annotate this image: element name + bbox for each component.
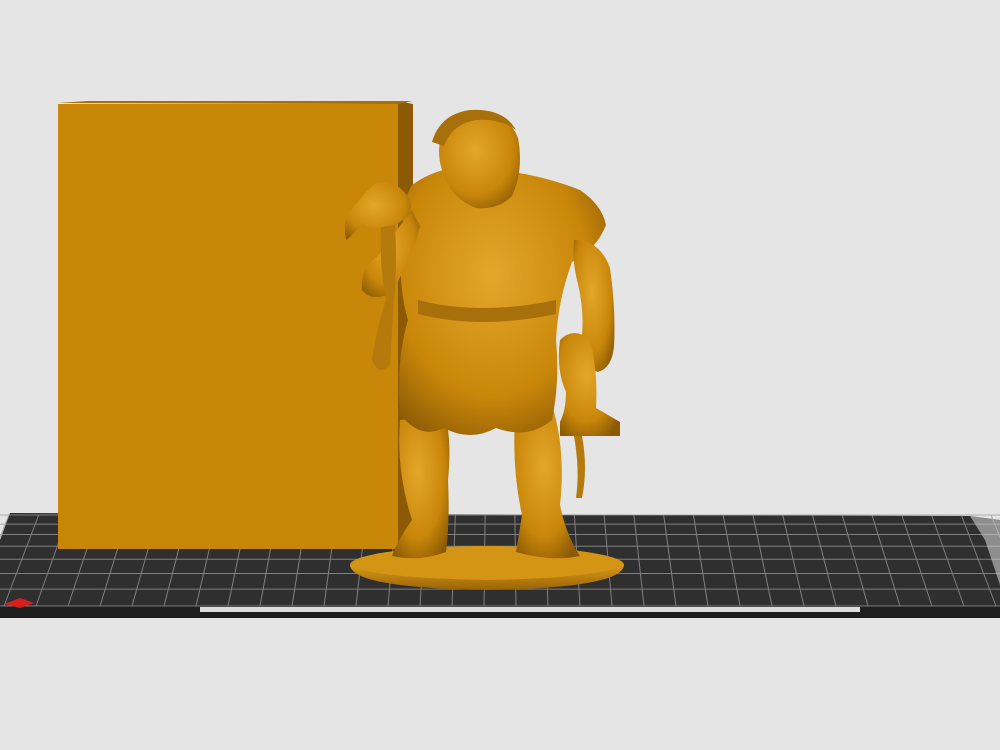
wipe-tower-top	[58, 101, 413, 104]
3d-viewport[interactable]	[0, 0, 1000, 750]
wipe-tower-front	[58, 104, 398, 549]
scene-canvas[interactable]	[0, 0, 1000, 750]
build-plate-edge-highlight	[200, 607, 860, 612]
figurine-creature-tail	[574, 436, 585, 498]
wipe-tower-block[interactable]	[58, 101, 413, 549]
